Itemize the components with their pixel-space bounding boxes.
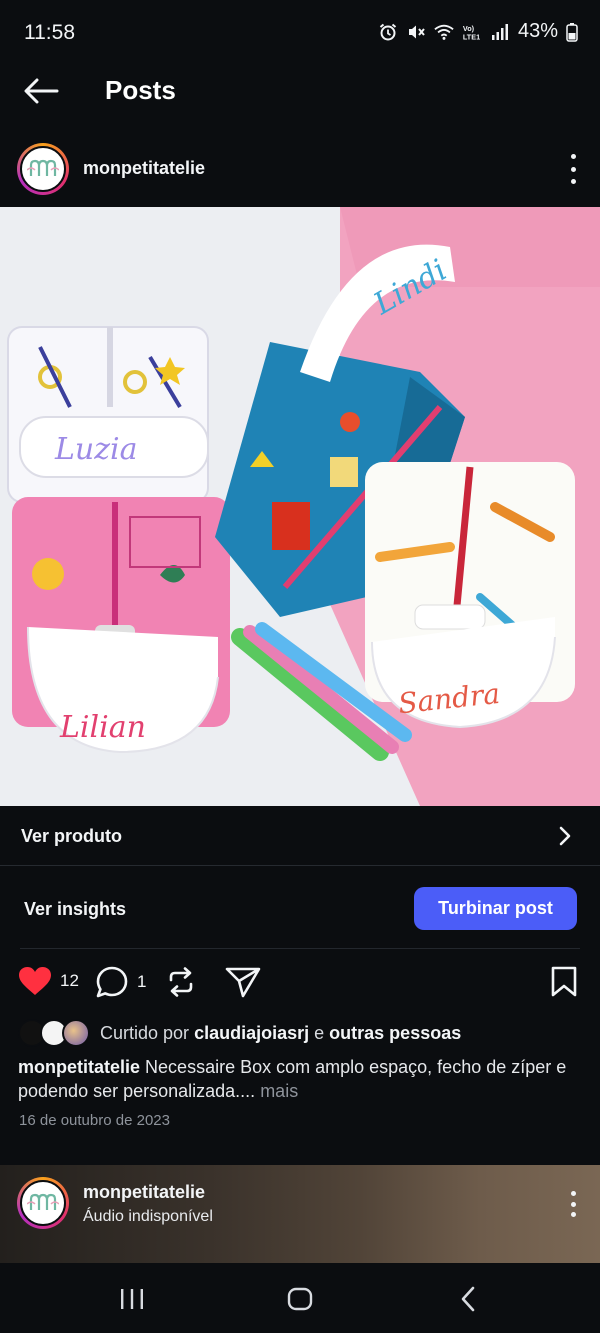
- repost-icon[interactable]: [165, 966, 197, 998]
- next-post-audio: Áudio indisponível: [83, 1208, 213, 1225]
- next-post-username[interactable]: monpetitatelie: [83, 1182, 205, 1203]
- divider: [20, 948, 580, 949]
- liker-avatar: [62, 1019, 90, 1047]
- bag-lilian: Lilian: [12, 497, 230, 754]
- status-bar: 11:58 Vo) LTE1 43%: [0, 0, 600, 66]
- system-back-button[interactable]: [448, 1281, 488, 1317]
- more-options-button[interactable]: [568, 154, 578, 184]
- top-app-bar: Posts: [0, 66, 600, 116]
- comment-action: 1: [95, 966, 146, 998]
- more-dot: [570, 179, 576, 184]
- comment-icon[interactable]: [95, 966, 129, 998]
- liked-by-user[interactable]: claudiajoiasrj: [194, 1023, 309, 1043]
- brand-logo-icon: [27, 1193, 59, 1210]
- share-action: [225, 966, 261, 998]
- more-dot: [570, 1201, 576, 1207]
- liked-by-text: Curtido por claudiajoiasrj e outras pess…: [100, 1023, 461, 1044]
- post-header: monpetitatelie: [0, 138, 600, 200]
- alarm-icon: [379, 23, 397, 40]
- post-actions: 12 1: [0, 960, 600, 1008]
- liked-by-prefix: Curtido por: [100, 1022, 190, 1043]
- wifi-icon: [434, 24, 454, 40]
- page-title: Posts: [105, 75, 176, 105]
- post-date: 16 de outubro de 2023: [19, 1112, 170, 1129]
- back-button[interactable]: [20, 72, 62, 110]
- recents-icon: [121, 1289, 143, 1309]
- liked-avatars: [18, 1019, 92, 1047]
- brand-logo-icon: [27, 159, 59, 176]
- like-action: 12: [18, 966, 79, 996]
- bag-sandra: Sandra: [365, 462, 575, 729]
- post-image[interactable]: Luzia Lilian Lindi Sandra: [0, 207, 600, 806]
- repost-action: [165, 966, 197, 998]
- bookmark-icon[interactable]: [550, 966, 578, 998]
- likes-count[interactable]: 12: [60, 971, 79, 991]
- volte-icon: Vo) LTE1: [463, 24, 480, 41]
- more-dot: [570, 1191, 576, 1196]
- more-dot: [570, 154, 576, 159]
- more-dot: [570, 166, 576, 172]
- next-post-header: monpetitatelie Áudio indisponível: [0, 1165, 600, 1263]
- view-product-row[interactable]: Ver produto: [0, 806, 600, 866]
- chevron-right-icon: [559, 826, 571, 846]
- bag-luzia: Luzia: [7, 326, 209, 503]
- bag-name-lilian: Lilian: [59, 710, 146, 745]
- comments-count[interactable]: 1: [137, 972, 146, 992]
- signal-icon: [491, 23, 508, 40]
- save-action: [550, 966, 578, 998]
- liked-by-others[interactable]: outras pessoas: [329, 1023, 461, 1043]
- liked-by-row[interactable]: Curtido por claudiajoiasrj e outras pess…: [18, 1018, 588, 1048]
- status-time: 11:58: [24, 21, 75, 44]
- view-insights-link[interactable]: Ver insights: [24, 899, 126, 920]
- post-username[interactable]: monpetitatelie: [83, 158, 205, 179]
- send-icon[interactable]: [225, 966, 261, 998]
- battery-icon: [566, 22, 578, 42]
- mute-icon: [408, 25, 425, 38]
- avatar[interactable]: [17, 1177, 69, 1229]
- status-icons: Vo) LTE1 43%: [378, 20, 578, 43]
- more-dot: [570, 1212, 576, 1217]
- post-photo: Luzia Lilian Lindi Sandra: [0, 207, 600, 806]
- more-options-button[interactable]: [568, 1191, 578, 1217]
- caption-username[interactable]: monpetitatelie: [18, 1057, 140, 1077]
- recents-button[interactable]: [112, 1281, 152, 1317]
- system-nav-bar: [0, 1263, 600, 1333]
- arrow-left-icon: [24, 78, 59, 104]
- liked-by-and: e: [314, 1022, 325, 1043]
- heart-icon[interactable]: [18, 966, 52, 996]
- chevron-left-icon: [461, 1286, 475, 1312]
- avatar[interactable]: [17, 143, 69, 195]
- svg-text:LTE1: LTE1: [463, 32, 480, 41]
- view-product-label: Ver produto: [21, 826, 123, 846]
- insights-row: Ver insights Turbinar post: [0, 866, 600, 950]
- caption-more-link[interactable]: mais: [260, 1081, 298, 1101]
- home-button[interactable]: [280, 1281, 320, 1317]
- post-caption: monpetitatelie Necessaire Box com amplo …: [18, 1055, 583, 1103]
- home-icon: [287, 1287, 313, 1311]
- bag-name-luzia: Luzia: [54, 432, 138, 467]
- battery-percent: 43%: [517, 20, 558, 42]
- boost-post-button[interactable]: Turbinar post: [414, 887, 577, 930]
